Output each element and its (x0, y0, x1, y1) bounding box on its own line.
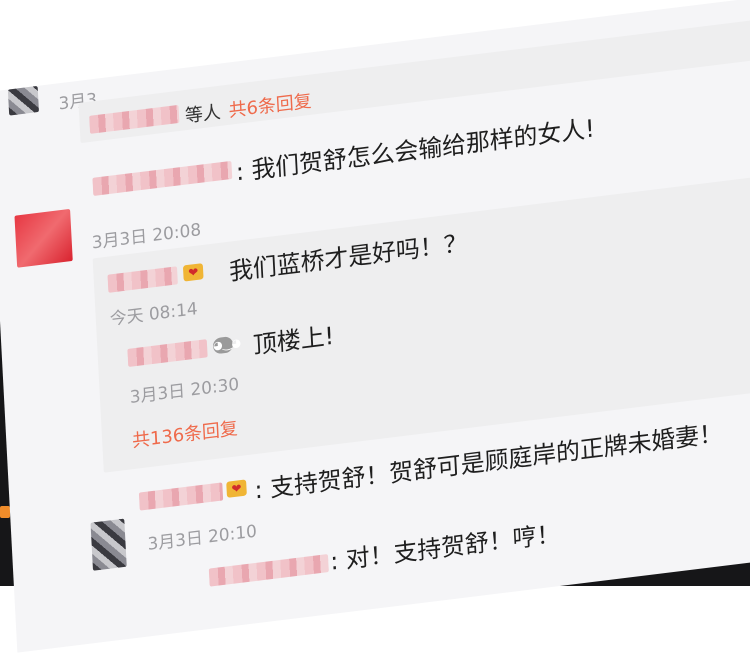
member-badge-icon: ❤ (182, 263, 204, 282)
member-badge-icon: ❤ (226, 479, 247, 498)
comment-text: : 我们贺舒怎么会输给那样的女人! (235, 114, 596, 187)
reply-participants-label: 等人 (184, 101, 222, 128)
username-blurred[interactable] (138, 482, 224, 511)
avatar[interactable] (7, 85, 39, 116)
avatar[interactable] (14, 208, 73, 268)
username-blurred[interactable] (92, 160, 233, 196)
username-blurred[interactable] (208, 554, 329, 587)
orange-badge-icon (0, 506, 10, 518)
avatar[interactable] (90, 518, 127, 571)
comment-feed-screen: 3月3 回 等人 共6条回复 : 我们贺舒怎么会输给那样的女人! 3月3日 20… (0, 0, 750, 653)
comment-time: 3月3日 20:10 (147, 521, 258, 555)
comment-text: : 对！支持贺舒！哼！ (329, 519, 562, 576)
